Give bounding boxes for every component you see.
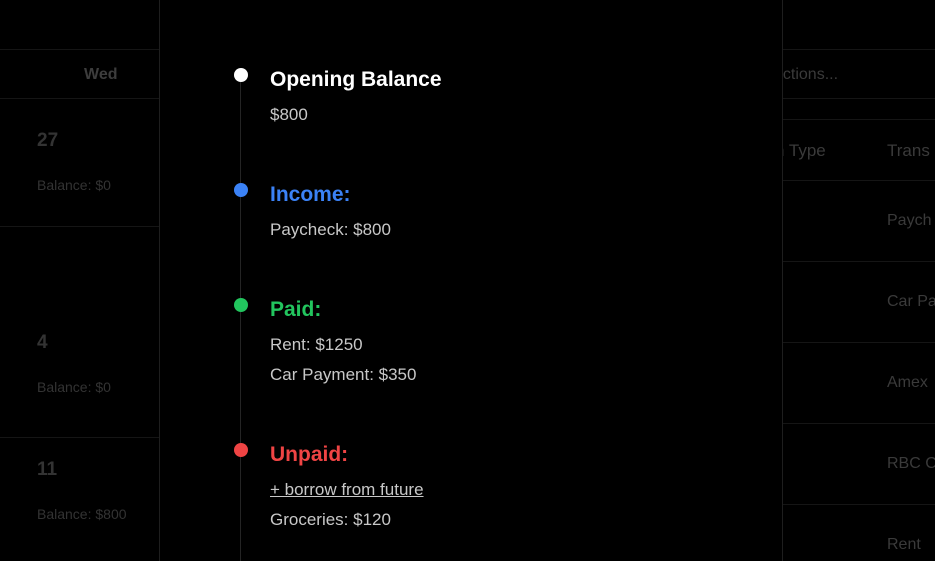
divider: [782, 423, 935, 424]
divider: [782, 261, 935, 262]
transactions-background: actions... n Type Trans Paych Car Pa Ame…: [774, 0, 935, 561]
transactions-search-input[interactable]: actions...: [774, 66, 838, 84]
paid-item: Rent: $1250: [270, 335, 363, 354]
opening-balance-title: Opening Balance: [270, 68, 442, 91]
calendar-background: Wed 27 Balance: $0 4 Balance: $0 11 Bala…: [0, 0, 160, 561]
calendar-day-balance: Balance: $0: [37, 379, 111, 395]
day-detail-panel: Opening Balance $800 Income: Paycheck: $…: [159, 0, 783, 561]
divider: [782, 504, 935, 505]
income-item: Paycheck: $800: [270, 220, 391, 239]
opening-dot-icon: [234, 68, 248, 82]
paid-item: Car Payment: $350: [270, 365, 417, 384]
unpaid-title: Unpaid:: [270, 443, 349, 466]
table-row[interactable]: Rent: [887, 536, 921, 554]
divider: [782, 342, 935, 343]
divider: [0, 226, 160, 227]
opening-balance-amount: $800: [270, 105, 308, 124]
paid-title: Paid:: [270, 298, 322, 321]
calendar-day-balance: Balance: $800: [37, 506, 127, 522]
calendar-day-balance: Balance: $0: [37, 177, 111, 193]
column-header-transaction[interactable]: Trans: [887, 141, 930, 161]
divider: [782, 119, 935, 120]
income-title: Income:: [270, 183, 351, 206]
divider: [0, 437, 160, 438]
timeline-line: [240, 76, 241, 561]
paid-dot-icon: [234, 298, 248, 312]
unpaid-item: Groceries: $120: [270, 510, 391, 529]
table-row[interactable]: RBC C: [887, 455, 935, 473]
unpaid-dot-icon: [234, 443, 248, 457]
divider: [782, 98, 935, 99]
table-row[interactable]: Amex: [887, 374, 928, 392]
table-row[interactable]: Car Pa: [887, 293, 935, 311]
calendar-day-number[interactable]: 27: [37, 130, 58, 152]
weekday-label: Wed: [84, 66, 118, 83]
divider: [782, 49, 935, 50]
calendar-day-number[interactable]: 11: [37, 459, 57, 481]
calendar-day-number[interactable]: 4: [37, 332, 48, 354]
divider: [0, 98, 160, 99]
table-row[interactable]: Paych: [887, 212, 931, 230]
divider: [782, 180, 935, 181]
calendar-weekday-header: Wed: [0, 50, 160, 98]
borrow-from-future-link[interactable]: + borrow from future: [270, 480, 424, 500]
income-dot-icon: [234, 183, 248, 197]
